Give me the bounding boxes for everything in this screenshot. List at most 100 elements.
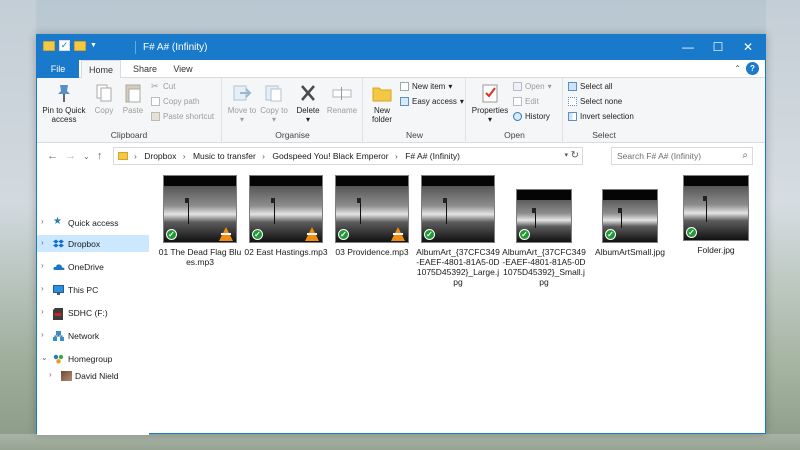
file-item-jpg[interactable]: ✓ AlbumArt_{37CFC349-EAEF-4801-81A5-0D10… — [501, 175, 587, 287]
invert-selection-button[interactable]: Invert selection — [568, 112, 634, 121]
image-thumbnail: ✓ — [683, 175, 749, 241]
new-item-icon — [400, 82, 409, 91]
minimize-button[interactable]: — — [673, 35, 703, 60]
open-button[interactable]: Open ▾ — [513, 82, 552, 91]
tab-file[interactable]: File — [37, 60, 79, 78]
sync-ok-icon: ✓ — [252, 229, 263, 240]
cut-button[interactable]: ✂ Cut — [151, 81, 175, 92]
expand-chevron-icon[interactable]: › — [41, 238, 44, 247]
file-item-jpg[interactable]: ✓ AlbumArtSmall.jpg — [587, 175, 673, 257]
edit-button[interactable]: Edit — [513, 97, 539, 106]
file-name: AlbumArt_{37CFC349-EAEF-4801-81A5-0D1075… — [502, 247, 586, 287]
select-none-button[interactable]: Select none — [568, 97, 622, 106]
properties-label: Properties — [471, 106, 509, 115]
tab-share[interactable]: Share — [127, 60, 163, 78]
breadcrumb-item-current-folder[interactable]: F# A# (Infinity) — [405, 151, 460, 161]
expand-chevron-icon[interactable]: › — [41, 307, 44, 316]
up-arrow-icon[interactable]: ↑ — [97, 150, 103, 162]
expand-chevron-icon[interactable]: › — [41, 261, 44, 270]
network-icon — [53, 331, 64, 341]
new-folder-button[interactable]: New folder — [368, 82, 396, 124]
file-item-jpg[interactable]: ✓ Folder.jpg — [673, 175, 759, 255]
expand-chevron-icon[interactable]: › — [41, 217, 44, 226]
new-item-label: New item — [412, 82, 446, 91]
properties-check-icon[interactable]: ✓ — [59, 40, 70, 51]
address-bar[interactable]: › Dropbox › Music to transfer › Godspeed… — [113, 147, 583, 165]
open-group-label: Open — [504, 130, 525, 140]
copy-to-button[interactable]: Copy to ▾ — [259, 82, 289, 124]
nav-item-sdhc[interactable]: › SDHC (F:) — [37, 304, 149, 321]
breadcrumb-item-artist[interactable]: Godspeed You! Black Emperor — [272, 151, 388, 161]
select-all-button[interactable]: Select all — [568, 82, 612, 91]
new-item-button[interactable]: New item ▾ — [400, 82, 452, 91]
sync-ok-icon: ✓ — [338, 229, 349, 240]
breadcrumb-item-music-to-transfer[interactable]: Music to transfer — [193, 151, 256, 161]
nav-item-network[interactable]: › Network — [37, 327, 149, 344]
expand-chevron-icon[interactable]: › — [41, 330, 44, 339]
ribbon-collapse-chevron-icon[interactable]: ⌃ — [734, 64, 741, 73]
breadcrumb: › Dropbox › Music to transfer › Godspeed… — [134, 151, 464, 161]
customize-toolbar-icon[interactable]: ▼ — [90, 42, 97, 49]
close-button[interactable]: ✕ — [733, 35, 763, 60]
thumbnail-sign — [443, 198, 447, 203]
easy-access-label: Easy access — [412, 97, 457, 106]
paste-button[interactable]: Paste — [119, 82, 147, 115]
properties-button[interactable]: Properties ▾ — [471, 82, 509, 124]
file-item-mp3[interactable]: ✓ 01 The Dead Flag Blues.mp3 — [157, 175, 243, 267]
file-item-mp3[interactable]: ✓ 03 Providence.mp3 — [329, 175, 415, 257]
nav-item-this-pc[interactable]: › This PC — [37, 281, 149, 298]
expand-chevron-icon[interactable]: › — [41, 284, 44, 293]
delete-button[interactable]: Delete ▾ — [293, 82, 323, 124]
nav-item-dropbox[interactable]: › Dropbox — [37, 235, 149, 252]
title-bar[interactable]: ✓ ▼ F# A# (Infinity) — ☐ ✕ — [37, 35, 765, 60]
nav-item-quick-access[interactable]: › ★ Quick access — [37, 214, 149, 231]
nav-item-david-nield[interactable]: › David Nield — [37, 367, 149, 384]
forward-arrow-icon[interactable]: → — [65, 150, 76, 162]
copy-path-label: Copy path — [163, 97, 200, 106]
select-all-icon — [568, 82, 577, 91]
breadcrumb-item-dropbox[interactable]: Dropbox — [144, 151, 176, 161]
scissors-icon: ✂ — [151, 81, 159, 91]
collapse-chevron-icon[interactable]: ⌄ — [41, 353, 48, 362]
copy-button[interactable]: Copy — [91, 82, 117, 115]
open-dropdown-icon: ▾ — [547, 82, 552, 91]
search-box[interactable]: Search F# A# (Infinity) ⌕ — [611, 147, 753, 165]
image-thumbnail: ✓ — [602, 189, 658, 243]
ribbon-tab-bar: File Home Share View ⌃ ? — [37, 60, 765, 79]
organise-group: Move to ▾ Copy to ▾ Delete ▾ Rename Orga… — [223, 78, 363, 143]
open-label: Open — [525, 82, 545, 91]
tab-home[interactable]: Home — [81, 60, 121, 79]
expand-chevron-icon[interactable]: › — [49, 370, 52, 379]
select-group: Select all Select none Invert selection … — [564, 78, 644, 143]
help-icon[interactable]: ? — [746, 62, 759, 75]
thumbnail-sign — [618, 208, 622, 213]
paste-shortcut-button[interactable]: Paste shortcut — [151, 112, 214, 121]
back-arrow-icon[interactable]: ← — [47, 150, 58, 162]
nav-item-homegroup[interactable]: ⌄ Homegroup — [37, 350, 149, 367]
nav-item-onedrive[interactable]: › OneDrive — [37, 258, 149, 275]
copy-path-button[interactable]: Copy path — [151, 97, 199, 106]
nav-item-label: OneDrive — [68, 262, 104, 272]
recent-locations-chevron-icon[interactable]: ⌄ — [83, 152, 90, 161]
file-item-jpg[interactable]: ✓ AlbumArt_{37CFC349-EAEF-4801-81A5-0D10… — [415, 175, 501, 287]
tab-view[interactable]: View — [167, 60, 199, 78]
maximize-button[interactable]: ☐ — [703, 35, 733, 60]
homegroup-icon — [53, 354, 64, 364]
file-item-mp3[interactable]: ✓ 02 East Hastings.mp3 — [243, 175, 329, 257]
folder-icon — [43, 40, 55, 51]
select-all-label: Select all — [580, 82, 613, 91]
nav-item-label: Quick access — [68, 218, 119, 228]
new-folder-icon[interactable] — [74, 40, 86, 51]
breadcrumb-separator-icon: › — [262, 151, 265, 161]
move-to-icon — [230, 82, 254, 104]
address-dropdown-icon[interactable]: ▾ — [564, 151, 568, 159]
refresh-icon[interactable]: ↻ — [571, 150, 579, 161]
rename-button[interactable]: Rename — [325, 82, 359, 115]
pin-to-quick-access-button[interactable]: Pin to Quick access — [41, 82, 87, 124]
move-to-button[interactable]: Move to ▾ — [227, 82, 257, 124]
search-icon: ⌕ — [742, 150, 748, 161]
history-button[interactable]: History — [513, 112, 550, 121]
nav-item-label: SDHC (F:) — [68, 308, 108, 318]
copy-to-label: Copy to — [260, 106, 288, 115]
easy-access-button[interactable]: Easy access ▾ — [400, 97, 464, 106]
